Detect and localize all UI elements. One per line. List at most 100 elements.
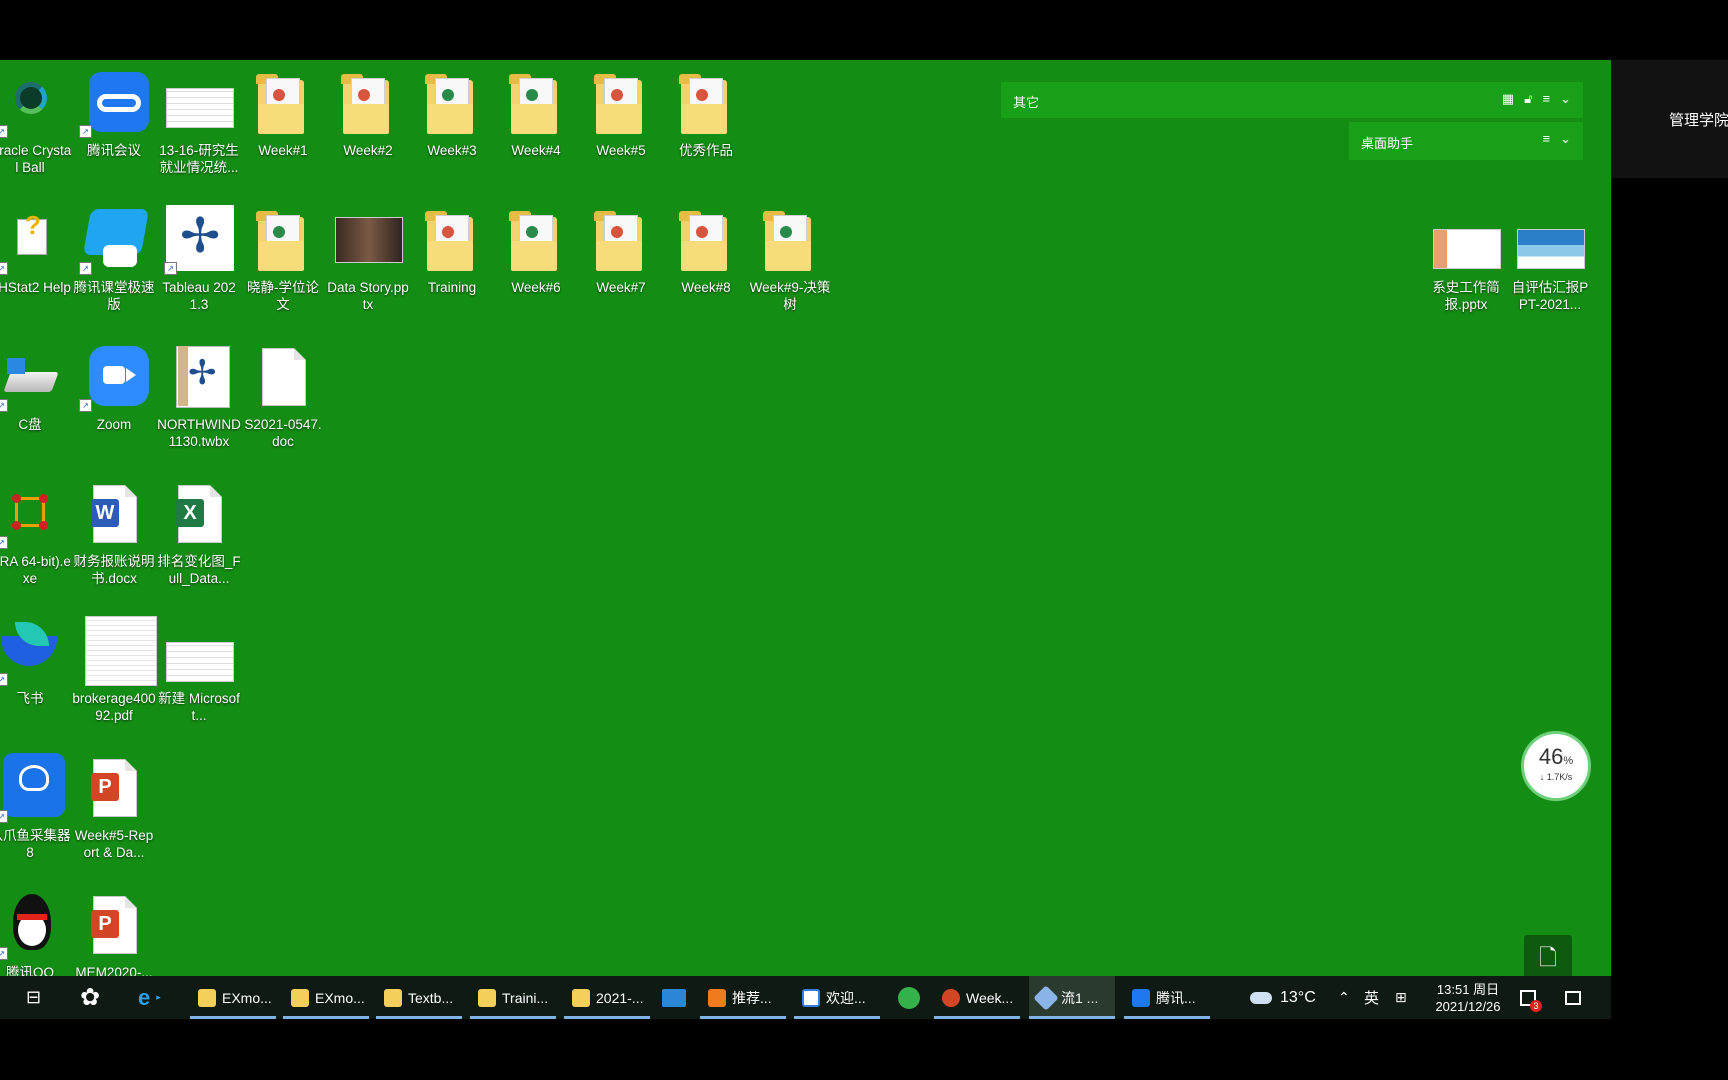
keyboard-layout-button[interactable]: ⊞: [1395, 976, 1407, 1019]
desktop-icon-northwind[interactable]: ✢ NORTHWIND1130.twbx: [157, 342, 241, 450]
desktop-icon-tableau[interactable]: ✢ ↗ Tableau 2021.3: [157, 205, 241, 313]
icon-label: Week#1: [258, 143, 308, 158]
taskbar-item-welcome[interactable]: 欢迎...: [794, 976, 880, 1019]
tencent-meeting-icon: ↗: [79, 68, 149, 138]
folder-icon: [198, 988, 216, 1007]
new-file-button[interactable]: 🗋︎: [1524, 935, 1572, 976]
icon-label: 八爪鱼采集器 8: [0, 828, 71, 860]
desktop-icon-week5[interactable]: Week#5: [579, 68, 663, 159]
desktop-icon-week4[interactable]: Week#4: [494, 68, 578, 159]
icon-label: Week#8: [681, 280, 731, 295]
fence-widget-other[interactable]: 其它 ▦ 🔓︎ ≡ ⌄: [1001, 82, 1583, 118]
desktop-icon-week8[interactable]: Week#8: [664, 205, 748, 296]
icon-label: 新建 Microsoft...: [158, 691, 240, 723]
taskbar-item-week-ppt[interactable]: Week...: [934, 976, 1020, 1019]
spreadsheet-thumbnail-icon: [164, 68, 234, 138]
desktop-icon-data-story[interactable]: Data Story.pptx: [326, 205, 410, 313]
chevron-down-icon[interactable]: ⌄: [1560, 91, 1571, 107]
notification-app-button[interactable]: 3: [1520, 976, 1542, 1019]
browser-button[interactable]: e ▸: [138, 976, 161, 1019]
desktop-icon-tencent-qq[interactable]: ↗ 腾讯QQ: [0, 890, 72, 976]
network-usage-meter[interactable]: 46% ↓ 1.7K/s: [1521, 731, 1591, 801]
desktop-icon-week9[interactable]: Week#9-决策树: [748, 205, 832, 313]
input-method-indicator[interactable]: 英: [1364, 976, 1379, 1019]
desktop-icon-training[interactable]: Training: [410, 205, 494, 296]
lock-icon[interactable]: 🔓︎: [1524, 91, 1532, 107]
shortcut-arrow-icon: ↗: [0, 947, 8, 960]
icon-label: 飞书: [16, 691, 44, 706]
folder-icon: [478, 988, 496, 1007]
taskbar-item-tencent[interactable]: 腾讯...: [1124, 976, 1210, 1019]
mail-icon: [662, 988, 686, 1007]
desktop-icon-s2021-doc[interactable]: S2021-0547.doc: [241, 342, 325, 450]
desktop-icon-dept-brief[interactable]: 系史工作简报.pptx: [1424, 205, 1508, 313]
icon-label: Week#6: [511, 280, 561, 295]
desktop-icon-octoparse[interactable]: ↗ 八爪鱼采集器 8: [0, 753, 72, 861]
desktop-icon-week3[interactable]: Week#3: [410, 68, 494, 159]
taskbar-mail-button[interactable]: [662, 976, 686, 1019]
taskbar-item-2021[interactable]: 2021-...: [564, 976, 650, 1019]
taskbar-item-flow[interactable]: 流1 ...: [1029, 976, 1115, 1019]
action-center-button[interactable]: [1565, 976, 1581, 1019]
menu-icon[interactable]: ≡: [1543, 91, 1551, 107]
new-file-icon: 🗋︎: [1539, 945, 1557, 970]
chevron-down-icon[interactable]: ⌄: [1560, 131, 1571, 147]
action-center-icon: [1565, 990, 1581, 1005]
desktop-icon-oracle-crystal-ball[interactable]: ↗ Oracle Crystal Ball: [0, 68, 72, 176]
menu-icon[interactable]: ≡: [1543, 131, 1551, 147]
desktop-icon-week5-report[interactable]: P Week#5-Report & Da...: [72, 753, 156, 861]
desktop-icon-phstat2-help[interactable]: ? ↗ PHStat2 Help: [0, 205, 72, 296]
task-view-button[interactable]: ⊟: [26, 976, 41, 1019]
clock[interactable]: 13:51 周日 2021/12/26: [1420, 981, 1516, 1015]
desktop-icon-ora[interactable]: ↗ ORA 64-bit).exe: [0, 479, 72, 587]
desktop-icon-feishu[interactable]: ↗ 飞书: [0, 616, 72, 707]
side-panel-label: 管理学院: [1669, 112, 1728, 129]
desktop-icon-13-16-employment[interactable]: 13-16-研究生就业情况统...: [157, 68, 241, 176]
taskbar-item-textb[interactable]: Textb...: [376, 976, 462, 1019]
folder-icon: [291, 988, 309, 1007]
taskbar-item-training[interactable]: Traini...: [470, 976, 556, 1019]
folder-icon: [248, 205, 318, 275]
desktop-icon-mem2020[interactable]: P MEM2020-...: [72, 890, 156, 976]
desktop-icon-excellent-works[interactable]: 优秀作品: [664, 68, 748, 159]
shortcut-arrow-icon: ↗: [0, 125, 8, 138]
desktop-icon-c-drive[interactable]: ↗ C盘: [0, 342, 72, 433]
show-hidden-icons-button[interactable]: ⌃: [1338, 976, 1350, 1019]
taskbar-item-exmo-2[interactable]: EXmo...: [283, 976, 369, 1019]
shortcut-arrow-icon: ↗: [79, 125, 92, 138]
shortcut-arrow-icon: ↗: [0, 262, 8, 275]
shortcut-arrow-icon: ↗: [0, 673, 8, 686]
crystal-ball-icon: ↗: [0, 68, 65, 138]
icon-label: 13-16-研究生就业情况统...: [159, 143, 239, 175]
spreadsheet-thumbnail-icon: [164, 616, 234, 686]
weather-widget[interactable]: 13°C: [1250, 976, 1316, 1019]
desktop-icon-week1[interactable]: Week#1: [241, 68, 325, 159]
taskbar-item-exmo-1[interactable]: EXmo...: [190, 976, 276, 1019]
folder-icon: [671, 68, 741, 138]
desktop-icon-week2[interactable]: Week#2: [326, 68, 410, 159]
grid-view-icon[interactable]: ▦: [1502, 91, 1514, 107]
desktop-icon-new-microsoft[interactable]: 新建 Microsoft...: [157, 616, 241, 724]
desktop-icon-brokerage-pdf[interactable]: brokerage40092.pdf: [72, 616, 157, 724]
word-document-icon: W: [79, 479, 149, 549]
desktop-icon-finance-docx[interactable]: W 财务报账说明书.docx: [72, 479, 156, 587]
usage-percent: 46%: [1538, 744, 1574, 769]
shortcut-arrow-icon: ↗: [0, 536, 8, 549]
icon-label: Training: [427, 280, 477, 295]
desktop-icon-thesis-folder[interactable]: 晓静-学位论文: [241, 205, 325, 313]
qq-penguin-icon: ↗: [0, 890, 65, 960]
chevron-up-icon: ⌃: [1338, 989, 1350, 1005]
taskbar-refresh-app-button[interactable]: [898, 976, 920, 1019]
desktop-icon-zoom[interactable]: ↗ Zoom: [72, 342, 156, 433]
search-app-button[interactable]: ✿: [80, 976, 100, 1019]
icon-label: 自评估汇报PPT-2021...: [1511, 280, 1589, 312]
desktop-icon-tencent-classroom[interactable]: ↗ 腾讯课堂极速版: [72, 205, 156, 313]
fence-widget-desktop-helper[interactable]: 桌面助手 ≡ ⌄: [1349, 122, 1583, 160]
icon-label: 晓静-学位论文: [247, 280, 319, 312]
desktop-icon-tencent-meeting[interactable]: ↗ 腾讯会议: [72, 68, 156, 159]
desktop-icon-week7[interactable]: Week#7: [579, 205, 663, 296]
taskbar-item-recommend[interactable]: 推荐...: [700, 976, 786, 1019]
desktop-icon-rank-chart-data[interactable]: X 排名变化图_Full_Data...: [157, 479, 241, 587]
desktop-icon-week6[interactable]: Week#6: [494, 205, 578, 296]
desktop-icon-self-eval-ppt[interactable]: 自评估汇报PPT-2021...: [1508, 205, 1592, 313]
